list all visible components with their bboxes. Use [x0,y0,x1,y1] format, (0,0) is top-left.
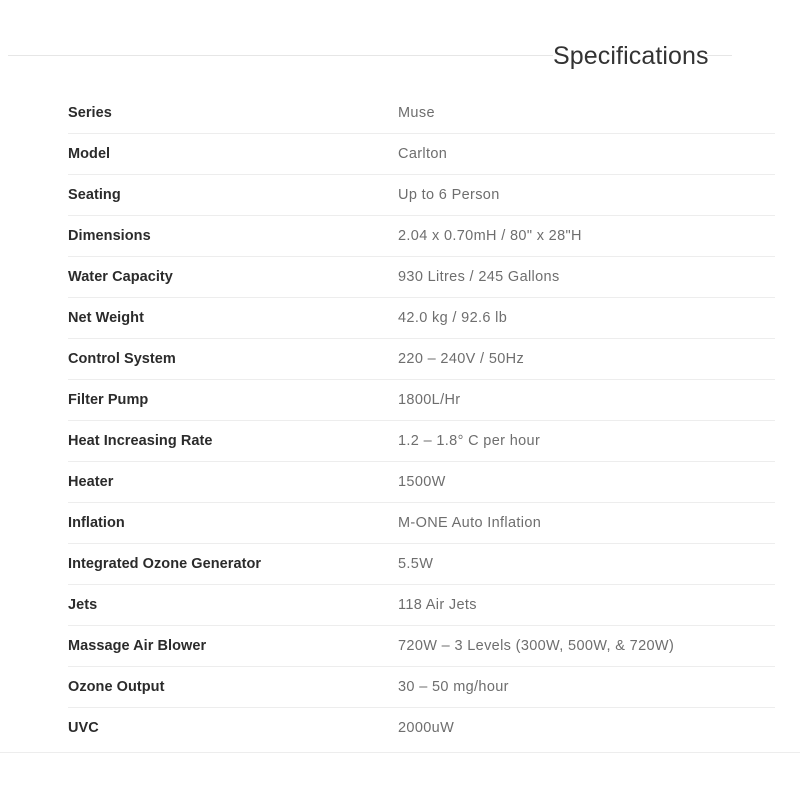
table-row: Heater 1500W [0,461,800,502]
spec-label: Inflation [68,515,125,531]
spec-label: Heat Increasing Rate [68,433,213,449]
table-row: Heat Increasing Rate 1.2 – 1.8° C per hou… [0,420,800,461]
spec-value: 720W – 3 Levels (300W, 500W, & 720W) [398,638,675,654]
spec-value: Carlton [398,146,448,162]
spec-value: Up to 6 Person [398,187,500,203]
specifications-panel: Specifications Series Muse Model Carlton Sea… [0,0,800,800]
spec-value: 2000uW [398,720,455,736]
page-title: Specifications [553,36,709,76]
spec-label: Integrated Ozone Generator [68,556,262,572]
spec-value: 1500W [398,474,446,490]
spec-value: 42.0 kg / 92.6 lb [398,310,508,326]
table-row: Massage Air Blower 720W – 3 Levels (300W,… [0,625,800,666]
spec-value: 1.2 – 1.8° C per hour [398,433,541,449]
spec-label: Series [68,104,112,121]
spec-label: Heater [68,474,114,490]
specifications-table: Series Muse Model Carlton Seating Up to 6 Per… [0,92,800,748]
specifications-header: Specifications [0,36,800,76]
table-bottom-border [0,752,800,753]
spec-label: Control System [68,351,176,367]
header-rule-right [707,55,732,56]
table-row: UVC 2000uW [0,707,800,748]
table-row: Model Carlton [0,133,800,174]
table-row: Ozone Output 30 – 50 mg/hour [0,666,800,707]
spec-value: 1800L/Hr [398,392,461,408]
spec-value: 5.5W [398,556,434,572]
table-row: Control System 220 – 240V / 50Hz [0,338,800,379]
spec-label: Ozone Output [68,679,165,695]
spec-label: Filter Pump [68,392,149,408]
header-rule-left [8,55,553,56]
table-row: Dimensions 2.04 x 0.70mH / 80" x 28"H [0,215,800,256]
spec-value: M-ONE Auto Inflation [398,515,542,531]
table-row: Series Muse [0,92,800,133]
spec-value: Muse [398,104,435,121]
table-row: Seating Up to 6 Person [0,174,800,215]
spec-label: Dimensions [68,228,151,244]
table-row: Jets 118 Air Jets [0,584,800,625]
table-row: Inflation M-ONE Auto Inflation [0,502,800,543]
table-row: Integrated Ozone Generator 5.5W [0,543,800,584]
spec-label: Model [68,146,111,162]
table-row: Net Weight 42.0 kg / 92.6 lb [0,297,800,338]
spec-value: 220 – 240V / 50Hz [398,351,525,367]
table-row: Filter Pump 1800L/Hr [0,379,800,420]
spec-label: Jets [68,597,98,613]
table-row: Water Capacity 930 Litres / 245 Gallons [0,256,800,297]
spec-value: 118 Air Jets [398,597,477,613]
spec-label: Seating [68,187,121,203]
spec-value: 930 Litres / 245 Gallons [398,269,560,285]
spec-value: 2.04 x 0.70mH / 80" x 28"H [398,228,582,244]
spec-label: Water Capacity [68,269,173,285]
spec-label: UVC [68,720,99,736]
spec-value: 30 – 50 mg/hour [398,679,509,695]
spec-label: Net Weight [68,310,144,326]
spec-label: Massage Air Blower [68,638,207,654]
